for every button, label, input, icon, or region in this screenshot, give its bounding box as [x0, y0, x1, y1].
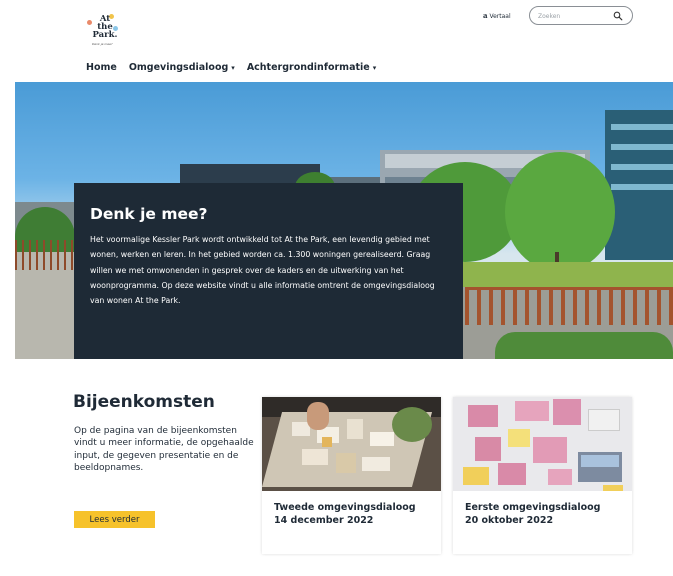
meeting-photo	[453, 397, 632, 491]
meeting-caption: Tweede omgevingsdialoog 14 december 2022	[274, 501, 416, 527]
nav-item-omgevingsdialoog[interactable]: Omgevingsdialoog ▾	[129, 62, 235, 73]
meeting-card[interactable]: Tweede omgevingsdialoog 14 december 2022	[262, 397, 441, 554]
search-box	[529, 6, 633, 25]
meeting-caption: Eerste omgevingsdialoog 20 oktober 2022	[465, 501, 600, 527]
nav-label: Omgevingsdialoog	[128, 62, 229, 73]
nav-label: Achtergrondinformatie	[246, 62, 370, 73]
meeting-date: 20 oktober 2022	[465, 515, 554, 526]
logo-text: At the Park.	[91, 15, 119, 40]
hero-text: Het voormalige Kessler Park wordt ontwik…	[90, 235, 435, 306]
logo-line: Park.	[92, 30, 118, 40]
search-icon[interactable]	[613, 11, 623, 21]
section-text: Op de pagina van de bijeenkomsten vindt …	[74, 426, 254, 473]
nav-item-achtergrondinformatie[interactable]: Achtergrondinformatie ▾	[247, 62, 376, 73]
logo-tagline: Denk je mee?	[92, 42, 113, 46]
meeting-title: Eerste omgevingsdialoog	[465, 502, 601, 513]
hero-card: Denk je mee? Het voormalige Kessler Park…	[74, 183, 463, 359]
meeting-card[interactable]: Eerste omgevingsdialoog 20 oktober 2022	[453, 397, 632, 554]
search-input[interactable]	[538, 10, 612, 22]
meeting-photo	[262, 397, 441, 491]
meeting-date: 14 december 2022	[274, 515, 374, 526]
site-logo[interactable]: At the Park. Denk je mee?	[83, 12, 125, 50]
hero-title: Denk je mee?	[90, 205, 208, 223]
section-title: Bijeenkomsten	[73, 392, 215, 412]
chevron-down-icon: ▾	[372, 63, 377, 72]
read-more-button[interactable]: Lees verder	[74, 511, 155, 528]
translate-label: Vertaal	[489, 13, 511, 20]
translate-link[interactable]: a Vertaal	[483, 11, 511, 20]
chevron-down-icon: ▾	[231, 63, 235, 72]
nav-label: Home	[86, 62, 117, 73]
translate-icon: a	[483, 11, 488, 20]
main-nav: Home Omgevingsdialoog ▾ Achtergrondinfor…	[86, 62, 376, 73]
nav-item-home[interactable]: Home	[86, 62, 117, 73]
meeting-title: Tweede omgevingsdialoog	[274, 502, 416, 513]
